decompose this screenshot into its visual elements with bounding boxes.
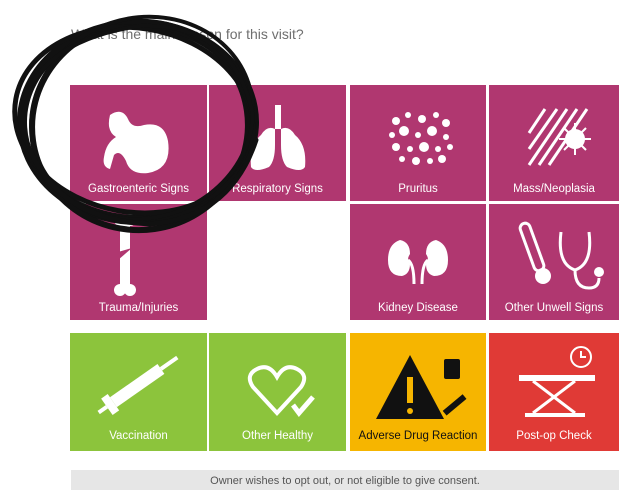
tile-other-unwell-signs[interactable]: Other Unwell Signs [489, 204, 619, 320]
tile-pruritus[interactable]: Pruritus [350, 85, 486, 201]
tile-label: Respiratory Signs [232, 183, 323, 195]
tile-post-op-check[interactable]: Post-op Check [489, 333, 619, 451]
tile-respiratory-signs[interactable]: Respiratory Signs [209, 85, 346, 201]
tile-label: Gastroenteric Signs [88, 183, 189, 195]
tile-label: Kidney Disease [378, 302, 458, 314]
tile-gastroenteric-signs[interactable]: Gastroenteric Signs [70, 85, 207, 201]
tile-label: Post-op Check [516, 430, 592, 442]
tile-kidney-disease[interactable]: Kidney Disease [350, 204, 486, 320]
tile-other-healthy[interactable]: Other Healthy [209, 333, 346, 451]
tile-adverse-drug-reaction[interactable]: Adverse Drug Reaction [350, 333, 486, 451]
opt-out-option[interactable]: Owner wishes to opt out, or not eligible… [71, 470, 619, 490]
tile-label: Other Unwell Signs [504, 302, 604, 314]
tile-label: Other Healthy [242, 430, 313, 442]
tile-label: Adverse Drug Reaction [358, 430, 478, 442]
visit-reason-question: What is the main reason for this visit? [71, 26, 304, 42]
tile-label: Vaccination [109, 430, 168, 442]
tile-label: Mass/Neoplasia [513, 183, 595, 195]
tile-label: Pruritus [398, 183, 438, 195]
tile-label: Trauma/Injuries [98, 302, 179, 314]
tile-trauma-injuries[interactable]: Trauma/Injuries [70, 204, 207, 320]
tile-mass-neoplasia[interactable]: Mass/Neoplasia [489, 85, 619, 201]
tile-vaccination[interactable]: Vaccination [70, 333, 207, 451]
